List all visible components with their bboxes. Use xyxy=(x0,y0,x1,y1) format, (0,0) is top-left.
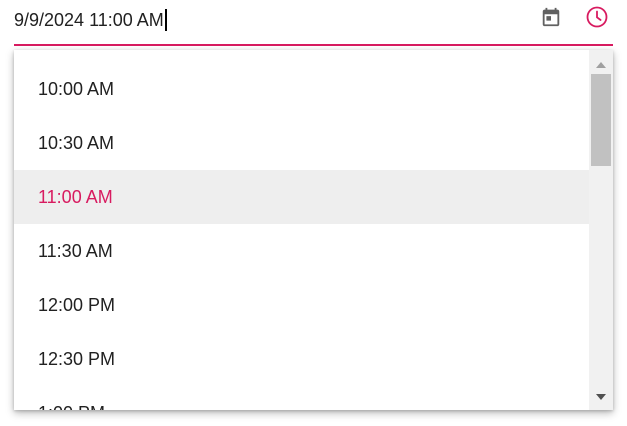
time-option[interactable]: 1:00 PM xyxy=(14,386,589,410)
time-option[interactable]: 11:30 AM xyxy=(14,224,589,278)
scrollbar-thumb[interactable] xyxy=(591,74,611,166)
scrollbar[interactable] xyxy=(589,50,613,410)
time-option[interactable]: 12:00 PM xyxy=(14,278,589,332)
datetime-input-value[interactable]: 9/9/2024 11:00 AM xyxy=(14,9,167,31)
datetime-value-text: 9/9/2024 11:00 AM xyxy=(14,10,164,30)
time-list: 10:00 AM 10:30 AM 11:00 AM 11:30 AM 12:00 PM… xyxy=(14,62,589,410)
scroll-up-button[interactable] xyxy=(589,54,613,74)
text-caret xyxy=(164,9,167,31)
datetime-input[interactable]: 9/9/2024 11:00 AM xyxy=(14,0,613,46)
scroll-down-button[interactable] xyxy=(589,386,613,406)
time-dropdown-popup: 10:00 AM 10:30 AM 11:00 AM 11:30 AM 12:00 PM… xyxy=(14,50,613,410)
time-option-selected[interactable]: 11:00 AM xyxy=(14,170,589,224)
clock-button[interactable] xyxy=(584,6,610,32)
time-option[interactable]: 12:30 PM xyxy=(14,332,589,386)
calendar-button[interactable] xyxy=(538,6,564,32)
triangle-up-icon xyxy=(596,55,606,73)
clock-icon xyxy=(585,5,609,34)
time-option[interactable]: 10:00 AM xyxy=(14,62,589,116)
time-option[interactable]: 10:30 AM xyxy=(14,116,589,170)
calendar-icon xyxy=(540,6,562,33)
triangle-down-icon xyxy=(596,387,606,405)
